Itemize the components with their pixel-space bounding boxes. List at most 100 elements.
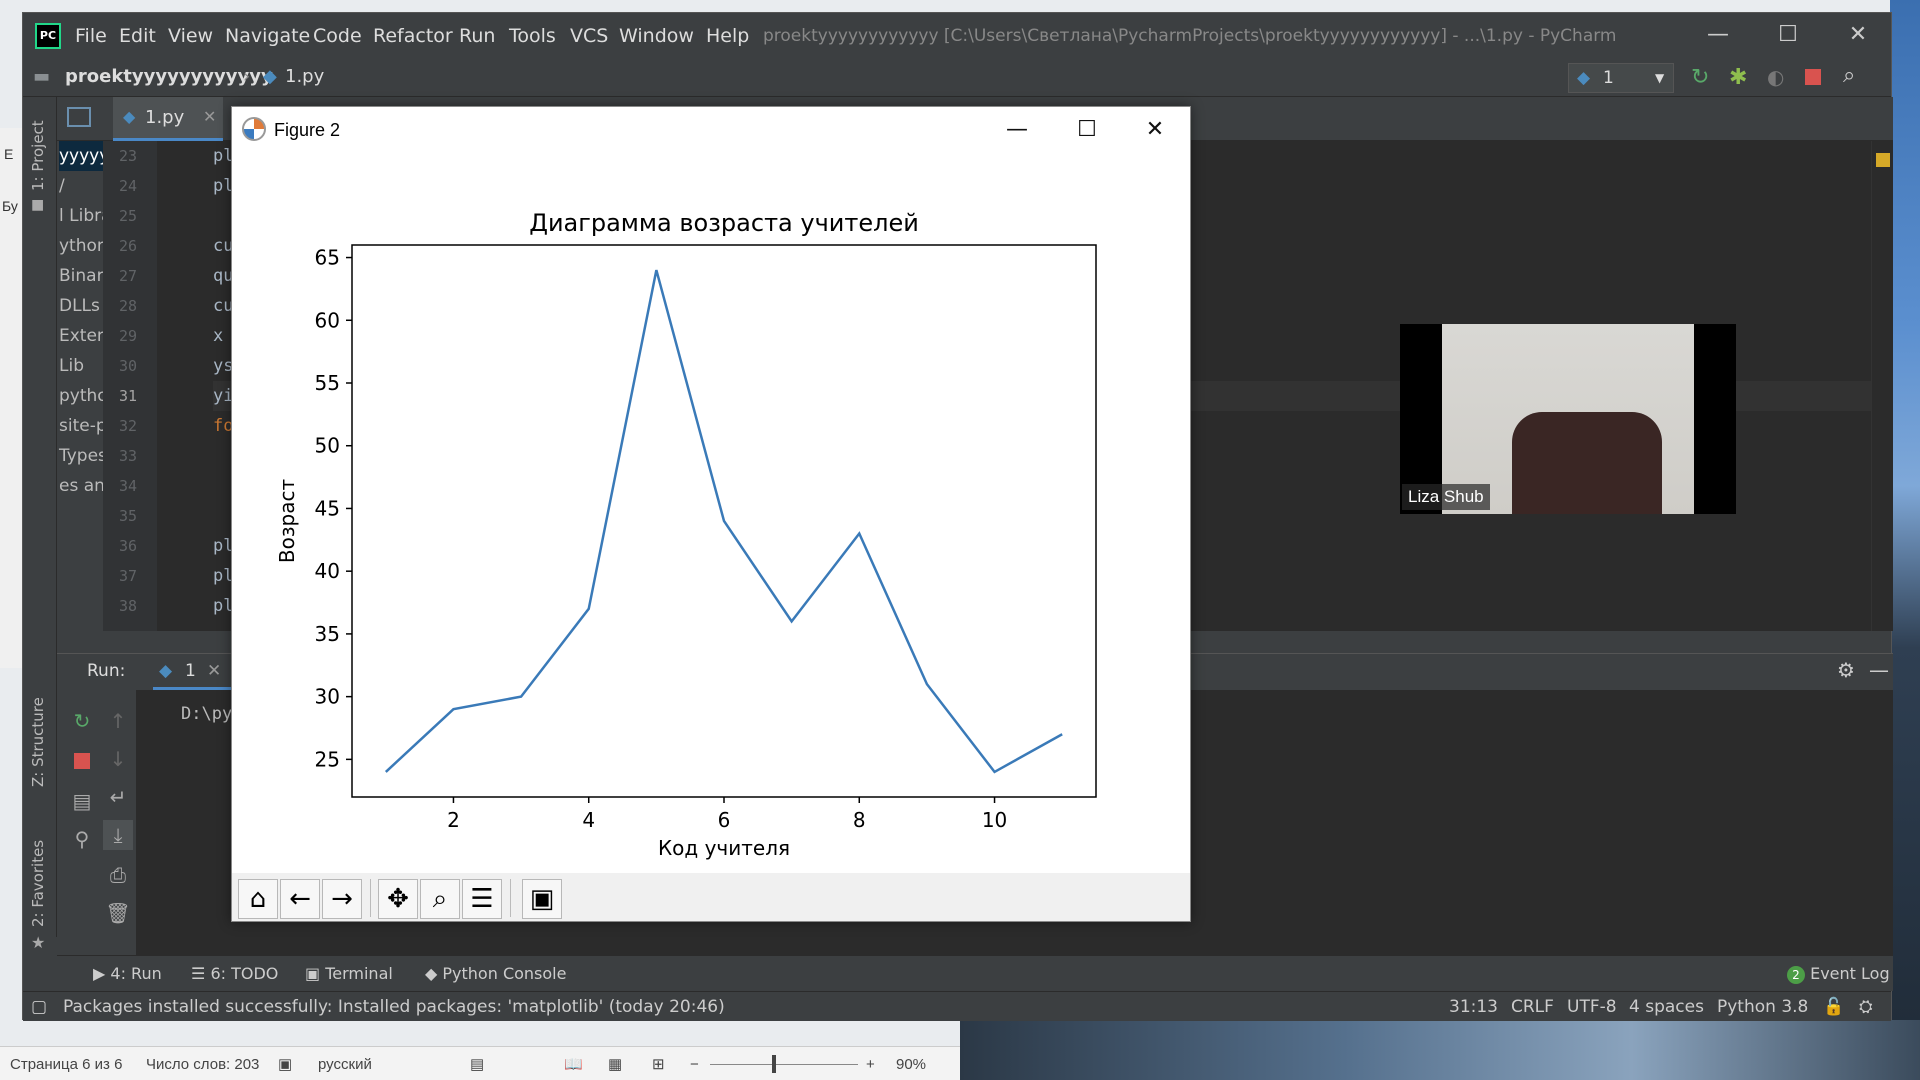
close-tab-icon[interactable]: ✕ — [207, 661, 221, 681]
desktop-background — [1890, 0, 1920, 1080]
run-toolbar: ↻ ↑ ↓ ↵ ▤ ⤓ ⚲ ⎙ 🗑 — [57, 690, 137, 956]
menu-vcs[interactable]: VCS — [570, 23, 608, 49]
project-tree-item[interactable]: Binary — [59, 261, 103, 291]
rerun-icon[interactable]: ↻ — [1691, 65, 1709, 90]
menu-edit[interactable]: Edit — [119, 23, 156, 49]
caret-position[interactable]: 31:13 — [1449, 995, 1498, 1019]
word-language[interactable]: русский — [318, 1055, 372, 1075]
python-interpreter[interactable]: Python 3.8 — [1717, 995, 1808, 1019]
word-page-count[interactable]: Страница 6 из 6 — [10, 1055, 122, 1075]
arrow-up-icon[interactable]: ↑ — [103, 706, 133, 736]
project-tree-item[interactable]: DLLs — [59, 291, 100, 321]
project-tree-item[interactable]: pytho — [59, 381, 103, 411]
coverage-icon[interactable]: ◐ — [1767, 65, 1784, 89]
lock-icon[interactable]: 🔓 — [1823, 995, 1844, 1019]
pin-icon[interactable]: ⚲ — [67, 824, 97, 854]
layout-icon[interactable]: ▤ — [67, 786, 97, 816]
status-message[interactable]: Packages installed successfully: Install… — [63, 995, 725, 1019]
focus-icon[interactable]: ▤ — [470, 1055, 484, 1075]
tab-1-py[interactable]: ◆ 1.py ✕ — [113, 97, 223, 141]
tab-run[interactable]: ▶ 4: Run — [93, 962, 162, 986]
toggle-tool-windows-icon[interactable]: ▢ — [31, 995, 47, 1019]
tab-python-console[interactable]: ◆ Python Console — [425, 962, 566, 986]
warning-marker[interactable] — [1876, 153, 1890, 167]
stop-icon[interactable] — [67, 744, 97, 774]
pan-icon[interactable]: ✥ — [378, 879, 418, 919]
print-icon[interactable]: ⎙ — [103, 860, 133, 890]
zoom-out-icon[interactable]: − — [690, 1055, 699, 1075]
menu-help[interactable]: Help — [706, 23, 749, 49]
trash-icon[interactable]: 🗑 — [103, 898, 133, 928]
scroll-to-end-icon[interactable]: ⤓ — [103, 820, 133, 850]
tab-terminal[interactable]: ▣ Terminal — [305, 962, 393, 986]
maximize-icon[interactable]: ☐ — [1753, 13, 1823, 57]
inspector-icon[interactable]: ⛭ — [1859, 995, 1873, 1019]
run-config-selector[interactable]: ◆ 1 ▼ — [1568, 63, 1674, 93]
project-tool-tab[interactable]: 1: Project — [29, 120, 47, 191]
breadcrumb-file[interactable]: 1.py — [285, 65, 324, 89]
breadcrumb-project[interactable]: proektyyyyyyyyyyyy — [65, 65, 273, 89]
zoom-icon[interactable]: ⌕ — [420, 879, 460, 919]
y-tick-label: 55 — [315, 371, 340, 395]
matplotlib-logo-icon — [242, 117, 266, 141]
structure-tool-tab[interactable]: Z: Structure — [29, 697, 47, 787]
zoom-slider-thumb[interactable] — [772, 1055, 776, 1073]
soft-wrap-icon[interactable]: ↵ — [103, 782, 133, 812]
line-separator[interactable]: CRLF — [1511, 995, 1554, 1019]
hide-panel-icon[interactable]: — — [1869, 658, 1889, 682]
project-tree-item[interactable]: es and — [59, 471, 103, 501]
forward-arrow-icon[interactable]: → — [322, 879, 362, 919]
file-encoding[interactable]: UTF-8 — [1567, 995, 1617, 1019]
project-tree-item[interactable]: Types — [59, 441, 103, 471]
close-icon[interactable]: ✕ — [1120, 107, 1190, 153]
close-icon[interactable]: ✕ — [1823, 13, 1893, 57]
minimize-icon[interactable]: — — [1683, 13, 1753, 57]
project-tree-item[interactable]: Extenc — [59, 321, 103, 351]
project-tree-item[interactable]: ython — [59, 231, 103, 261]
menu-file[interactable]: File — [75, 23, 107, 49]
home-icon[interactable]: ⌂ — [238, 879, 278, 919]
proofing-icon[interactable]: ▣ — [278, 1055, 292, 1075]
maximize-icon[interactable]: ☐ — [1052, 107, 1122, 153]
zoom-slider-track[interactable] — [710, 1064, 858, 1065]
indent-setting[interactable]: 4 spaces — [1629, 995, 1704, 1019]
debug-icon[interactable]: ✱ — [1729, 65, 1747, 90]
project-tree-item[interactable]: l Libra — [59, 201, 103, 231]
print-layout-icon[interactable]: ▦ — [608, 1055, 622, 1075]
tab-todo[interactable]: ☰ 6: TODO — [191, 962, 278, 986]
figure-canvas[interactable]: 2 4 6 8 10 25 30 35 40 45 50 55 60 65 Диаграмма возра… — [232, 153, 1190, 873]
stop-icon[interactable] — [1805, 69, 1821, 85]
back-arrow-icon[interactable]: ← — [280, 879, 320, 919]
menu-run[interactable]: Run — [459, 23, 495, 49]
event-log[interactable]: 2 Event Log — [1787, 962, 1890, 986]
web-layout-icon[interactable]: ⊞ — [652, 1055, 665, 1075]
save-icon[interactable]: ▣ — [522, 879, 562, 919]
menu-navigate[interactable]: Navigate — [225, 23, 310, 49]
project-view-icon[interactable] — [67, 107, 91, 127]
tab-label: 1.py — [145, 107, 185, 128]
menu-view[interactable]: View — [168, 23, 213, 49]
project-tree-item[interactable]: / — [59, 171, 65, 201]
menu-code[interactable]: Code — [313, 23, 362, 49]
menu-tools[interactable]: Tools — [509, 23, 556, 49]
zoom-in-icon[interactable]: + — [866, 1055, 875, 1075]
rerun-icon[interactable]: ↻ — [67, 706, 97, 736]
arrow-down-icon[interactable]: ↓ — [103, 744, 133, 774]
menu-refactor[interactable]: Refactor — [373, 23, 453, 49]
zoom-level[interactable]: 90% — [896, 1055, 926, 1075]
x-tick-label: 10 — [982, 808, 1007, 832]
gear-icon[interactable]: ⚙ — [1837, 658, 1855, 682]
project-tree-item[interactable]: site-pa — [59, 411, 103, 441]
read-mode-icon[interactable]: 📖 — [564, 1055, 583, 1075]
y-axis-label: Возраст — [275, 479, 299, 564]
favorites-tool-tab[interactable]: 2: Favorites — [29, 840, 47, 927]
search-icon[interactable]: ⌕ — [1843, 63, 1855, 88]
project-tree-item[interactable]: yyyyy — [59, 141, 103, 171]
project-tree-item[interactable]: Lib — [59, 351, 84, 381]
webcam-overlay[interactable]: Liza Shub — [1400, 324, 1736, 514]
minimize-icon[interactable]: — — [982, 107, 1052, 153]
menu-window[interactable]: Window — [619, 23, 694, 49]
word-word-count[interactable]: Число слов: 203 — [146, 1055, 259, 1075]
close-tab-icon[interactable]: ✕ — [203, 107, 216, 126]
configure-subplots-icon[interactable]: ☰ — [462, 879, 502, 919]
